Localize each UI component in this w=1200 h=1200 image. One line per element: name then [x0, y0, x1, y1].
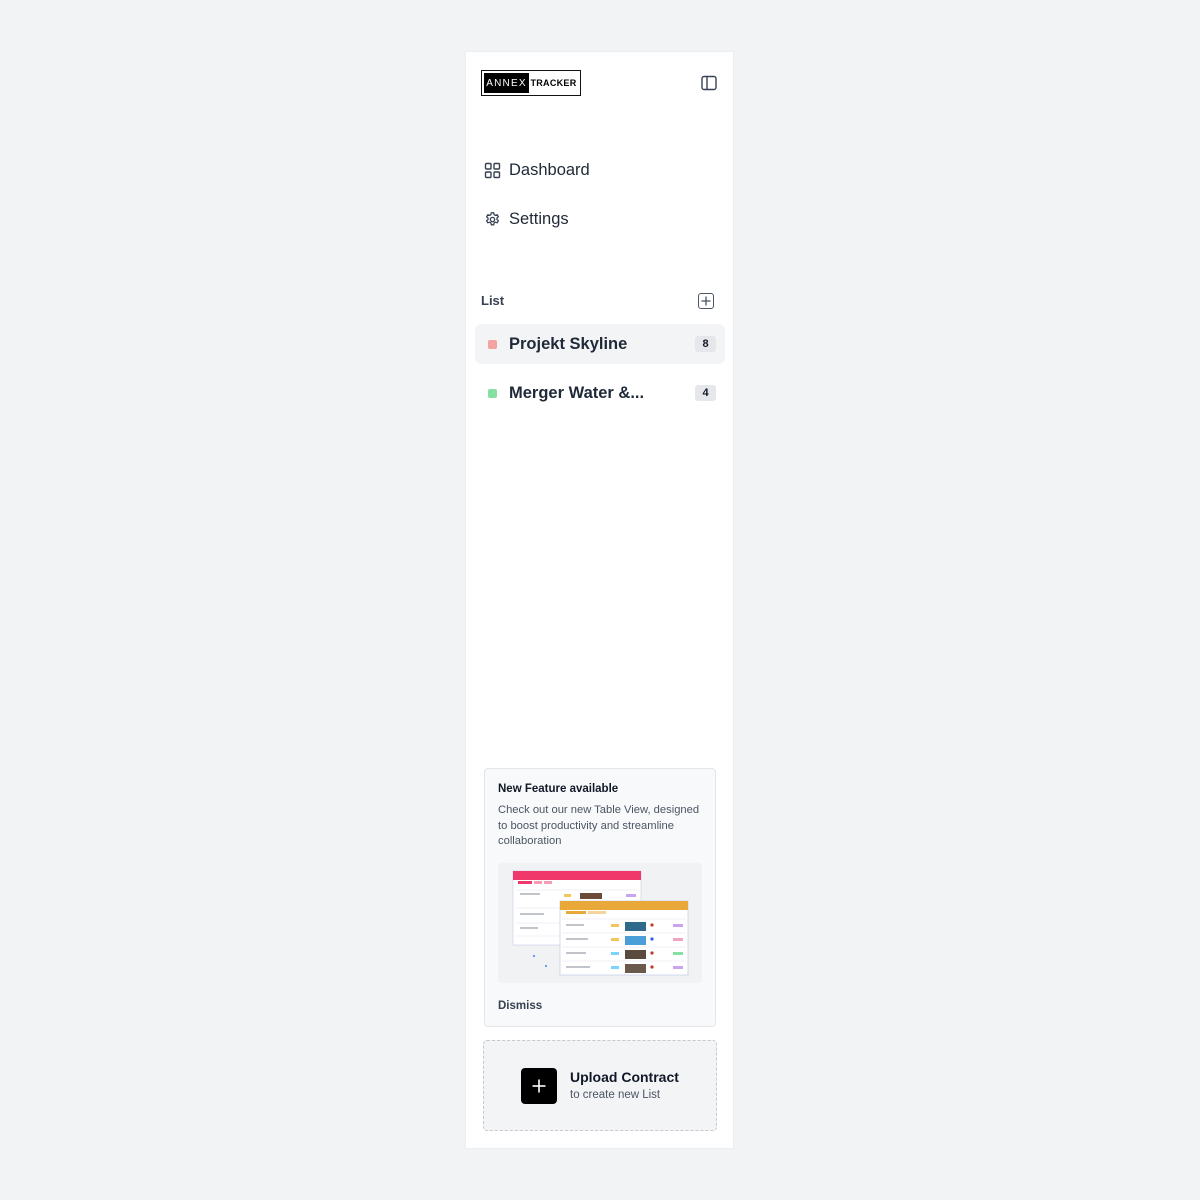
upload-contract-button[interactable]: Upload Contract to create new List — [483, 1040, 717, 1131]
list-item-label: Merger Water &... — [509, 383, 645, 402]
list-color-dot — [488, 388, 497, 398]
grid-icon — [484, 162, 501, 178]
nav-label-dashboard: Dashboard — [509, 160, 590, 179]
upload-subtitle: to create new List — [570, 1089, 661, 1101]
upload-plus-icon — [521, 1068, 557, 1104]
list-item-merger-water[interactable]: Merger Water &... 4 — [475, 373, 725, 413]
gear-icon — [485, 211, 500, 225]
dismiss-button[interactable]: Dismiss — [498, 1000, 542, 1012]
table-view-preview-image — [498, 863, 702, 983]
list-count-badge: 8 — [695, 336, 716, 352]
nav-label-settings: Settings — [509, 209, 569, 228]
nav-item-settings[interactable]: Settings — [484, 207, 569, 231]
sidebar-collapse-icon[interactable] — [700, 74, 718, 92]
nav-item-dashboard[interactable]: Dashboard — [484, 158, 590, 182]
feature-title: New Feature available — [498, 783, 619, 795]
list-color-dot — [488, 339, 497, 349]
add-list-button[interactable] — [698, 293, 714, 309]
logo-annex-text: ANNEX — [484, 73, 529, 93]
feature-description: Check out our new Table View, designed t… — [498, 804, 700, 847]
plus-icon — [701, 296, 711, 306]
list-section-title: List — [481, 293, 505, 308]
list-item-label: Projekt Skyline — [509, 334, 628, 353]
upload-title: Upload Contract — [570, 1069, 679, 1085]
new-feature-card: New Feature available Check out our new … — [484, 768, 716, 1027]
app-logo[interactable]: ANNEX TRACKER — [481, 70, 581, 96]
list-item-projekt-skyline[interactable]: Projekt Skyline 8 — [475, 324, 725, 364]
logo-tracker-text: TRACKER — [530, 78, 577, 88]
list-count-badge: 4 — [695, 385, 716, 401]
sidebar: ANNEX TRACKER Dashboard Settings List Pr… — [466, 52, 733, 1148]
